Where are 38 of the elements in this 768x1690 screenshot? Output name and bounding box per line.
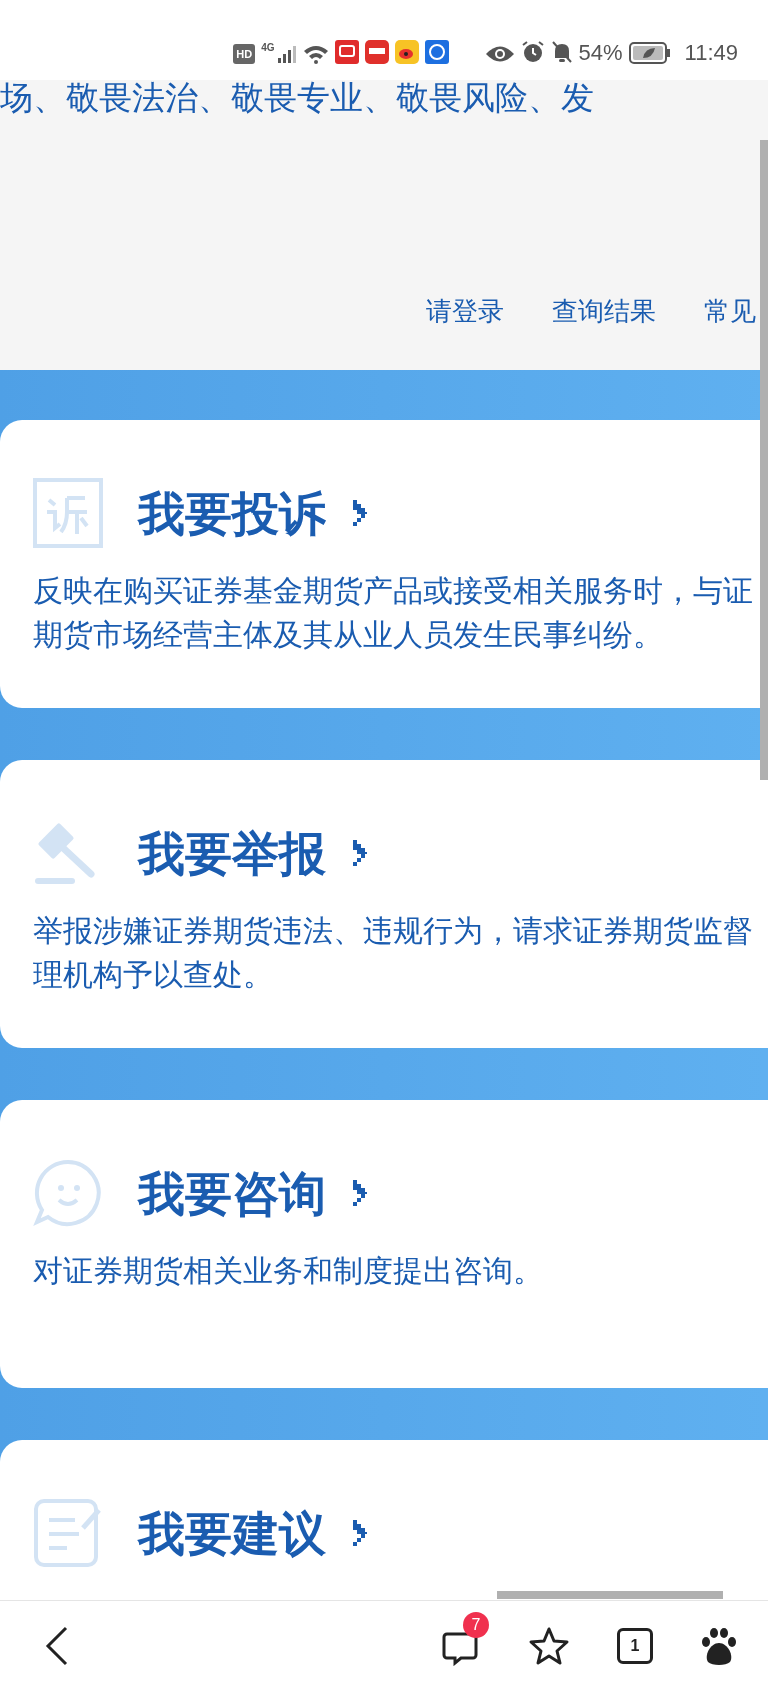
app-icon — [394, 40, 419, 64]
description-text: 期货市场经营主体及其从业人员发生民事纠纷。 — [33, 617, 663, 653]
document-icon — [33, 478, 103, 548]
note-icon — [33, 1498, 103, 1568]
chevron-icon — [351, 498, 369, 528]
card-title-link[interactable]: 我要投诉 — [138, 489, 326, 537]
app-icon — [334, 40, 359, 64]
back-icon[interactable] — [44, 1625, 70, 1666]
chevron-icon — [351, 1518, 369, 1548]
nav-link[interactable]: 查询结果 — [552, 298, 656, 324]
signal-icon — [276, 44, 297, 64]
description-text: 举报涉嫌证券期货违法、违规行为，请求证券期货监督 — [33, 913, 753, 949]
notification-badge: 7 — [463, 1611, 489, 1638]
app-icon — [364, 40, 389, 64]
clock-time: 11:49 — [684, 42, 738, 64]
battery-percent: 54% — [578, 42, 623, 64]
chevron-icon — [351, 838, 369, 868]
star-icon[interactable] — [528, 1625, 570, 1666]
battery-icon — [628, 42, 671, 64]
banner-text: 场、敬畏法治、敬畏专业、敬畏风险、发 — [0, 80, 594, 118]
nav-link[interactable]: 请登录 — [426, 298, 504, 324]
hd-icon: HD — [233, 44, 256, 64]
nav-link[interactable]: 常见 — [704, 298, 756, 324]
wifi-icon — [302, 44, 329, 64]
card-title-link[interactable]: 我要举报 — [138, 829, 326, 877]
card-title-link[interactable]: 我要咨询 — [138, 1169, 326, 1217]
card-title-link[interactable]: 我要建议 — [138, 1509, 326, 1557]
description-text: 反映在购买证券基金期货产品或接受相关服务时，与证 — [33, 573, 753, 609]
paw-icon[interactable] — [700, 1625, 738, 1666]
tabs-button[interactable]: 1 — [617, 1627, 653, 1664]
eye-icon — [484, 44, 515, 64]
network-label: 4G — [261, 41, 275, 55]
chevron-icon — [351, 1178, 369, 1208]
description-text: 对证券期货相关业务和制度提出咨询。 — [33, 1253, 543, 1289]
app-icon — [424, 40, 449, 64]
mute-icon — [550, 40, 573, 64]
description-text: 理机构予以查处。 — [33, 957, 273, 993]
alarm-icon — [520, 40, 545, 64]
